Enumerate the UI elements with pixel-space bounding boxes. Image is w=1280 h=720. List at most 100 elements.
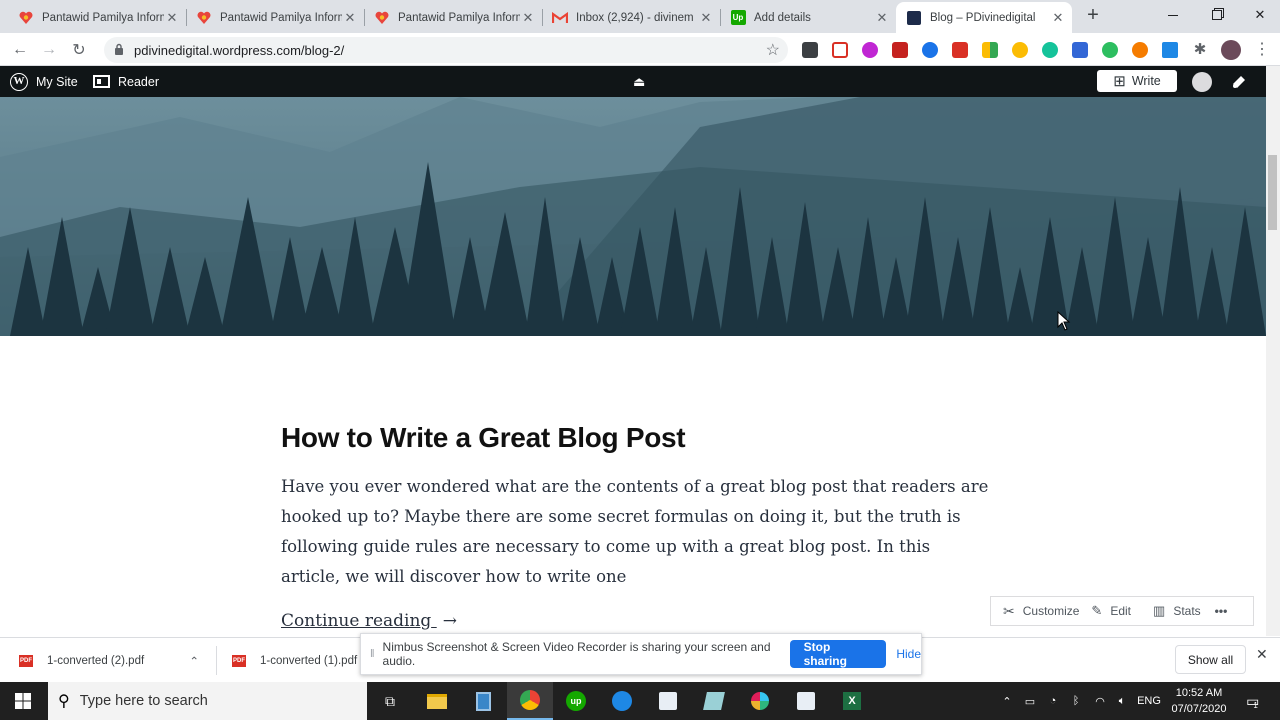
extension-hexagon-icon[interactable]: [862, 42, 878, 58]
tab-pantawid-2[interactable]: Pantawid Pamilya Inform ✕: [186, 2, 364, 33]
sync-app-icon[interactable]: [599, 682, 645, 720]
menu-kebab-icon[interactable]: ⋮: [1254, 42, 1270, 58]
wifi-icon[interactable]: ◠: [1090, 682, 1110, 720]
user-avatar[interactable]: [1192, 66, 1212, 97]
extension-yellow-icon[interactable]: [1012, 42, 1028, 58]
browser-toolbar: ← → ↻ pdivinedigital.wordpress.com/blog-…: [0, 33, 1280, 66]
taskbar-search-box[interactable]: ⚲ Type here to search: [48, 682, 367, 720]
language-indicator[interactable]: ENG: [1134, 682, 1164, 720]
reload-icon: ↻: [72, 42, 86, 59]
close-tab-icon[interactable]: ✕: [698, 10, 714, 26]
system-clock[interactable]: 10:52 AM 07/07/2020: [1166, 685, 1232, 717]
show-hidden-icons-chevron-icon[interactable]: ⌃: [998, 682, 1016, 720]
action-center-button[interactable]: ▭ 1: [1238, 682, 1266, 720]
forward-arrow-icon: →: [41, 41, 57, 58]
extension-medium-icon[interactable]: [802, 42, 818, 58]
tab-gmail-inbox[interactable]: Inbox (2,924) - divinem ✕: [542, 2, 720, 33]
slack-icon[interactable]: [737, 682, 783, 720]
calculator-icon[interactable]: [460, 682, 506, 720]
close-window-button[interactable]: ✕: [1238, 0, 1280, 30]
close-tab-icon[interactable]: ✕: [1050, 10, 1066, 26]
avatar[interactable]: [1221, 40, 1241, 60]
chevron-up-icon[interactable]: ⌃: [189, 654, 199, 668]
address-bar[interactable]: pdivinedigital.wordpress.com/blog-2/ ☆: [104, 37, 788, 63]
download-item[interactable]: PDF 1-converted (2).pdf ⌃: [19, 638, 215, 683]
url-text: pdivinedigital.wordpress.com/blog-2/: [134, 43, 345, 58]
close-download-bar-icon[interactable]: ✕: [1256, 646, 1268, 663]
blog-square-icon: [906, 10, 922, 26]
tab-blog-pdivinedigital[interactable]: Blog – PDivinedigital ✕: [896, 2, 1072, 33]
extension-book-icon[interactable]: [952, 42, 968, 58]
continue-reading-label: Continue reading: [281, 611, 432, 631]
app-icon[interactable]: [783, 682, 829, 720]
grammarly-icon[interactable]: [1042, 42, 1058, 58]
windows-taskbar: ⚲ Type here to search ⧉ up X ⌃ ▭ ◔ ᛒ ◠ 🔈…: [0, 682, 1280, 720]
customize-button[interactable]: ✂ Customize: [1003, 603, 1079, 620]
edit-button[interactable]: ✎ Edit: [1091, 603, 1131, 619]
new-tab-button[interactable]: +: [1082, 5, 1104, 27]
extension-red-icon[interactable]: [892, 42, 908, 58]
forward-button[interactable]: →: [38, 39, 60, 61]
pdf-file-icon: PDF: [232, 654, 246, 667]
tab-add-details[interactable]: Up Add details ✕: [720, 2, 896, 33]
back-button[interactable]: ←: [9, 39, 31, 61]
excel-icon[interactable]: X: [829, 682, 875, 720]
stats-button[interactable]: ▥ Stats: [1153, 603, 1201, 619]
evernote-icon[interactable]: [1102, 42, 1118, 58]
volume-icon[interactable]: 🔈︎: [1112, 682, 1132, 720]
restore-button[interactable]: [1195, 0, 1239, 30]
close-tab-icon[interactable]: ✕: [874, 10, 890, 26]
bluetooth-icon[interactable]: ᛒ: [1066, 682, 1086, 720]
close-tab-icon[interactable]: ✕: [342, 10, 358, 26]
close-icon: ✕: [1254, 7, 1266, 22]
extension-screenshot-icon[interactable]: [832, 42, 848, 58]
customize-bar: ✂ Customize ✎ Edit ▥ Stats •••: [990, 596, 1254, 626]
notifications-bell-icon[interactable]: [1230, 66, 1248, 97]
tab-pantawid-3[interactable]: Pantawid Pamilya Inform ✕: [364, 2, 542, 33]
more-options-button[interactable]: •••: [1215, 604, 1228, 618]
stop-sharing-button[interactable]: Stop sharing: [789, 640, 887, 668]
reader-label: Reader: [118, 74, 159, 89]
post-title[interactable]: How to Write a Great Blog Post: [281, 422, 991, 454]
tab-pantawid-1[interactable]: Pantawid Pamilya Inform ✕: [8, 2, 186, 33]
extension-orange-icon[interactable]: [1132, 42, 1148, 58]
tray-app-icon[interactable]: ▭: [1020, 682, 1040, 720]
download-item[interactable]: PDF 1-converted (1).pdf: [232, 638, 360, 683]
download-filename: 1-converted (1).pdf: [260, 654, 358, 667]
scroll-to-top-icon[interactable]: ⏏: [633, 66, 645, 97]
show-all-downloads-button[interactable]: Show all: [1175, 645, 1246, 674]
app-icon[interactable]: [645, 682, 691, 720]
search-placeholder: Type here to search: [79, 693, 208, 709]
my-site-link[interactable]: W My Site: [10, 66, 78, 97]
minimize-button[interactable]: [1151, 0, 1195, 30]
close-tab-icon[interactable]: ✕: [164, 10, 180, 26]
extension-flag-icon[interactable]: [1162, 42, 1178, 58]
reload-button[interactable]: ↻: [68, 39, 90, 61]
clock-date: 07/07/2020: [1171, 703, 1227, 715]
page-scrollbar[interactable]: [1266, 66, 1280, 636]
extensions-puzzle-icon[interactable]: ✱: [1192, 42, 1208, 58]
drag-handle-icon[interactable]: ‖: [370, 648, 375, 660]
write-label: Write: [1131, 74, 1161, 88]
pantawid-heart-icon: [18, 10, 34, 26]
scrollbar-thumb[interactable]: [1268, 155, 1277, 230]
close-tab-icon[interactable]: ✕: [520, 10, 536, 26]
continue-reading-link[interactable]: Continue reading →: [281, 611, 457, 631]
start-button[interactable]: [0, 682, 46, 720]
extension-blue-icon[interactable]: [922, 42, 938, 58]
notification-count: 1: [1253, 700, 1258, 710]
chrome-icon[interactable]: [507, 682, 553, 720]
extension-colors-icon[interactable]: [982, 42, 998, 58]
hide-button[interactable]: Hide: [896, 647, 921, 661]
clock-time: 10:52 AM: [1175, 687, 1223, 699]
app-icon[interactable]: [691, 682, 737, 720]
file-explorer-icon[interactable]: [414, 682, 460, 720]
extension-calendar-icon[interactable]: [1072, 42, 1088, 58]
bookmark-star-icon[interactable]: ☆: [766, 40, 780, 60]
upwork-app-icon[interactable]: up: [553, 682, 599, 720]
write-button[interactable]: ⊞ Write: [1097, 70, 1177, 92]
reader-link[interactable]: Reader: [93, 66, 159, 97]
tray-sync-icon[interactable]: ◔: [1043, 682, 1063, 720]
task-view-icon[interactable]: ⧉: [367, 682, 413, 720]
header-image-forest: [0, 97, 1266, 336]
